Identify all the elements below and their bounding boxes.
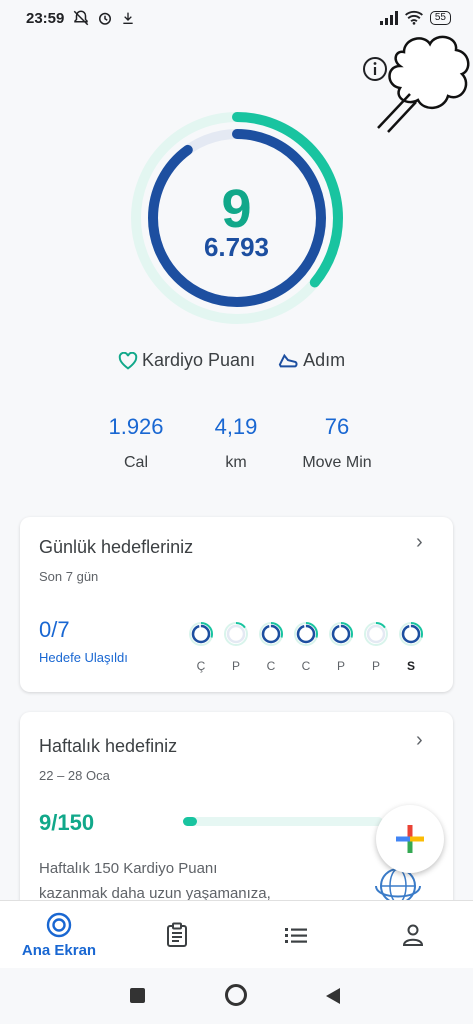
nav-journal[interactable] (122, 901, 232, 969)
shoe-icon (278, 353, 298, 367)
day-label: S (406, 659, 415, 673)
daily-goals-subtitle: Son 7 gün (39, 569, 99, 584)
system-nav-bar (0, 968, 473, 1024)
legend-steps: Adım (277, 350, 345, 371)
cardio-points-value: 9 (221, 179, 252, 239)
heart-icon (118, 351, 138, 370)
nav-browse[interactable] (241, 901, 351, 969)
weekly-goal-title: Haftalık hedefiniz (39, 736, 178, 756)
daily-goals-achieved-label: Hedefe Ulaşıldı (39, 650, 128, 665)
daily-goals-days: ÇPCCPPS (189, 622, 423, 673)
weekly-goal-progress-bar (183, 817, 383, 826)
clipboard-icon (167, 922, 187, 947)
chevron-right-icon[interactable]: › (416, 531, 423, 554)
recent-apps-button[interactable] (130, 988, 145, 1003)
signal-icon (379, 10, 398, 25)
battery-indicator: 55 (429, 10, 451, 25)
day-goal-0: Ç (189, 622, 213, 673)
cloud-doodle-icon (377, 35, 470, 133)
steps-value: 6.793 (203, 232, 270, 262)
day-label: Ç (196, 659, 206, 673)
daily-goals-achieved: 0/7 (39, 617, 70, 642)
chevron-right-icon[interactable]: › (416, 729, 423, 752)
legend-cardio-label: Kardiyo Puanı (142, 350, 256, 370)
stat-move-minutes: 76 Move Min (277, 414, 397, 472)
day-goal-6: S (399, 622, 423, 673)
day-label: C (266, 659, 276, 673)
legend-steps-label: Adım (303, 350, 346, 370)
legend-cardio: Kardiyo Puanı (118, 350, 255, 371)
day-label: C (301, 659, 311, 673)
day-label: P (231, 659, 240, 673)
weekly-goal-description-1: Haftalık 150 Kardiyo Puanı (39, 860, 218, 877)
day-label: P (336, 659, 345, 673)
ring-legend: Kardiyo Puanı Adım (118, 350, 345, 371)
day-ring-icon (294, 622, 318, 646)
weekly-goal-progress: 9/150 (39, 810, 95, 835)
back-button[interactable] (324, 986, 342, 1006)
person-icon (402, 924, 424, 946)
home-rings-icon (46, 912, 72, 937)
day-goal-2: C (259, 622, 283, 673)
day-goal-3: C (294, 622, 318, 673)
day-ring-icon (329, 622, 353, 646)
day-ring-icon (259, 622, 283, 646)
download-icon (123, 12, 133, 24)
home-button[interactable] (225, 984, 247, 1006)
stat-move-minutes-label: Move Min (302, 454, 372, 471)
day-ring-icon (364, 622, 388, 646)
stat-move-minutes-value: 76 (324, 414, 350, 439)
status-time: 23:59 (26, 10, 65, 27)
day-label: P (371, 659, 380, 673)
alarm-icon (99, 12, 111, 25)
list-icon (285, 928, 307, 943)
day-ring-icon (224, 622, 248, 646)
status-right: 55 (379, 10, 451, 25)
daily-goals-card[interactable]: Günlük hedefleriniz › Son 7 gün 0/7 Hede… (20, 517, 453, 692)
weekly-goal-progress-fill (183, 817, 197, 826)
nav-profile[interactable] (358, 901, 468, 969)
notifications-off-icon (73, 10, 89, 26)
weekly-goal-date-range: 22 – 28 Oca (39, 768, 110, 783)
day-ring-icon (399, 622, 423, 646)
day-goal-1: P (224, 622, 248, 673)
plus-icon (396, 825, 424, 853)
daily-goals-title: Günlük hedefleriniz (39, 537, 194, 557)
bottom-nav: Ana Ekran (0, 900, 473, 969)
nav-home-label: Ana Ekran (21, 941, 97, 959)
day-goal-5: P (364, 622, 388, 673)
day-ring-icon (189, 622, 213, 646)
day-goal-4: P (329, 622, 353, 673)
add-activity-button[interactable] (376, 805, 444, 873)
wifi-icon (404, 10, 423, 25)
nav-home[interactable]: Ana Ekran (4, 901, 114, 969)
status-icons (72, 9, 136, 27)
